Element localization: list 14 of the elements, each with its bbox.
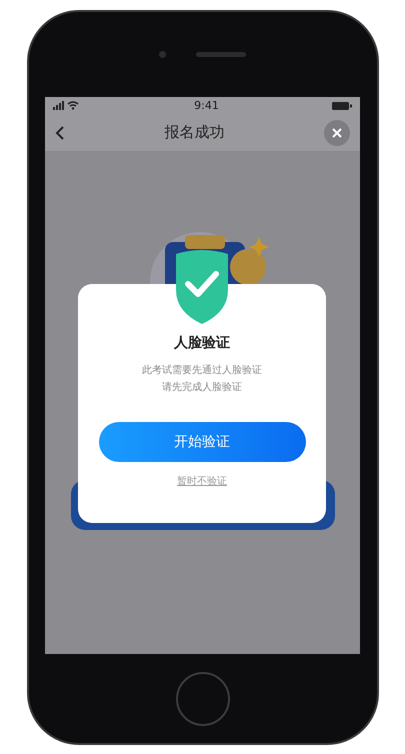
close-button[interactable]	[324, 120, 350, 146]
start-verification-button[interactable]: 开始验证	[98, 422, 306, 462]
camera-icon	[159, 50, 166, 58]
page-title: 报名成功	[164, 123, 224, 142]
close-icon	[332, 128, 342, 138]
skip-link[interactable]: 暂时不验证	[177, 474, 227, 488]
battery-icon	[332, 102, 352, 110]
speaker-icon	[196, 52, 246, 57]
status-time: 9:41	[194, 99, 219, 112]
signal-wifi-icon	[53, 101, 81, 110]
back-chevron-icon	[55, 124, 65, 141]
dialog-message: 此考试需要先通过人脸验证 请先完成人脸验证	[142, 364, 262, 395]
dialog-title: 人脸验证	[174, 334, 230, 352]
back-button[interactable]	[55, 124, 65, 141]
